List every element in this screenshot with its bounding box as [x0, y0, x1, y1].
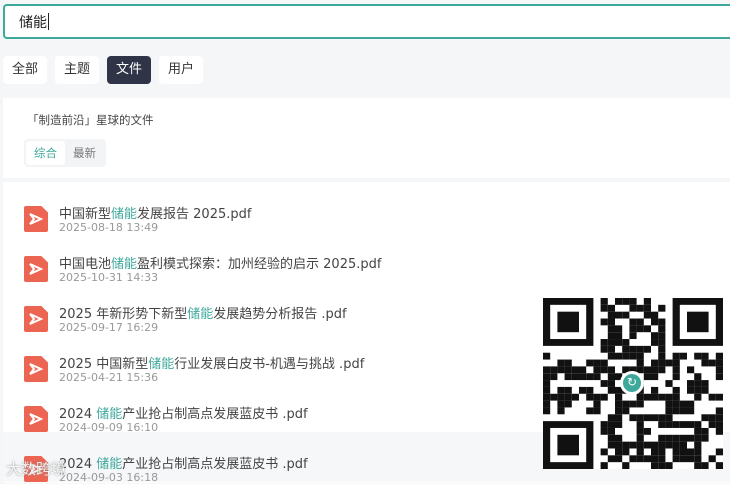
search-input[interactable]: 储能 — [3, 4, 730, 39]
panel-title: 「制造前沿」星球的文件 — [27, 113, 154, 127]
pdf-icon — [24, 306, 48, 332]
pdf-icon — [24, 356, 48, 382]
pdf-icon — [24, 206, 48, 232]
tab-users[interactable]: 用户 — [159, 56, 204, 84]
sort-toggle: 综合 最新 — [24, 139, 106, 167]
file-name-text: 中国电池 — [59, 257, 112, 272]
file-item[interactable]: 中国新型储能发展报告 2025.pdf 2025-08-18 13:49 — [3, 182, 730, 234]
file-name-text: 行业发展白皮书-机遇与挑战 .pdf — [174, 357, 365, 372]
file-name[interactable]: 2025 中国新型储能行业发展白皮书-机遇与挑战 .pdf — [59, 353, 364, 372]
search-highlight: 储能 — [96, 407, 123, 422]
pdf-icon — [24, 256, 48, 282]
search-value: 储能 — [19, 14, 47, 31]
category-tabs: 全部 主题 文件 用户 — [0, 56, 204, 84]
tab-files[interactable]: 文件 — [107, 56, 152, 84]
sort-comprehensive[interactable]: 综合 — [26, 141, 65, 165]
file-name-text: 2024 — [59, 407, 97, 422]
file-name[interactable]: 2025 年新形势下新型储能发展趋势分析报告 .pdf — [59, 303, 347, 322]
tab-all[interactable]: 全部 — [3, 56, 48, 84]
file-name[interactable]: 中国新型储能发展报告 2025.pdf — [59, 203, 251, 222]
file-name[interactable]: 中国电池储能盈利模式探索：加州经验的启示 2025.pdf — [59, 253, 381, 272]
pdf-icon — [24, 406, 48, 432]
file-name-text: 2025 中国新型 — [59, 357, 149, 372]
search-highlight: 储能 — [148, 357, 175, 372]
file-name-text: 产业抢占制高点发展蓝皮书 .pdf — [122, 407, 308, 422]
text-caret — [48, 13, 49, 30]
file-item[interactable]: 中国电池储能盈利模式探索：加州经验的启示 2025.pdf 2025-10-31… — [3, 232, 730, 284]
search-highlight: 储能 — [111, 207, 138, 222]
tab-topics[interactable]: 主题 — [55, 56, 100, 84]
qr-code: ↻ — [543, 298, 723, 469]
file-name-text: 中国新型 — [59, 207, 112, 222]
search-highlight: 储能 — [96, 457, 123, 472]
filter-panel: 「制造前沿」星球的文件 综合 最新 — [3, 98, 730, 178]
search-highlight: 储能 — [187, 307, 214, 322]
file-name[interactable]: 2024 储能产业抢占制高点发展蓝皮书 .pdf — [59, 403, 308, 422]
refresh-icon: ↻ — [620, 371, 644, 395]
search-highlight: 储能 — [111, 257, 138, 272]
sort-latest[interactable]: 最新 — [65, 141, 104, 165]
file-name-text: 产业抢占制高点发展蓝皮书 .pdf — [122, 457, 308, 472]
file-name[interactable]: 2024 储能产业抢占制高点发展蓝皮书 .pdf — [59, 453, 308, 472]
file-time: 2024-09-03 16:18 — [59, 471, 159, 484]
file-name-text: 盈利模式探索：加州经验的启示 2025.pdf — [137, 257, 382, 272]
file-name-text: 发展报告 2025.pdf — [137, 207, 252, 222]
file-name-text: 发展趋势分析报告 .pdf — [213, 307, 347, 322]
file-name-text: 2025 年新形势下新型 — [59, 307, 188, 322]
watermark: 大数跨境 — [6, 460, 67, 478]
